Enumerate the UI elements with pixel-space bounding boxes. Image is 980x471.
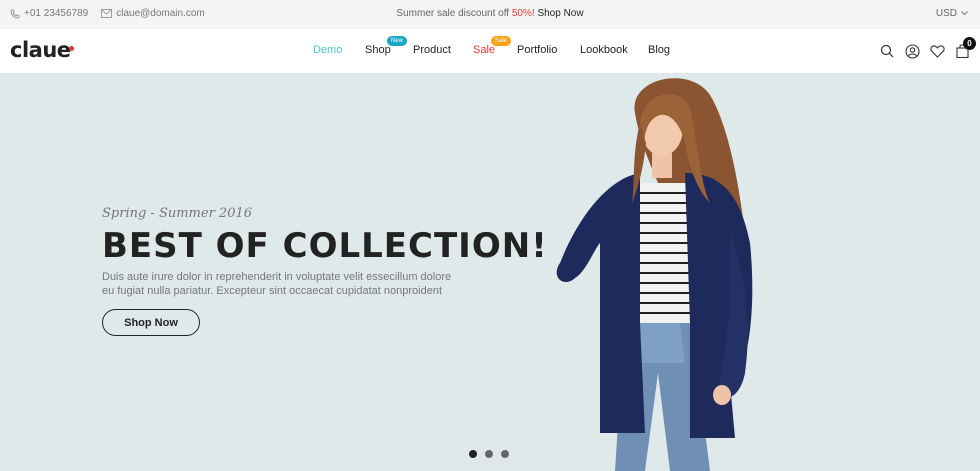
hero-description-line-2: eu fugiat nulla pariatur. Excepteur sint… (102, 285, 443, 297)
cart-count: 0 (963, 37, 976, 50)
wishlist-button[interactable] (929, 43, 945, 59)
search-icon (880, 44, 894, 58)
nav-item-portfolio[interactable]: Portfolio (517, 44, 557, 56)
hero-description: Duis aute irure dolor in reprehenderit i… (102, 270, 462, 298)
hero-slider: Spring - Summer 2016 BEST OF COLLECTION!… (0, 73, 980, 471)
account-button[interactable] (904, 43, 920, 59)
new-badge: New (387, 36, 408, 46)
user-icon (904, 43, 920, 59)
nav-item-product[interactable]: Product (413, 44, 451, 56)
slider-dot-1[interactable] (469, 450, 477, 458)
currency-label: USD (935, 8, 957, 19)
model-image (556, 78, 753, 471)
promo-shop-now-link[interactable]: Shop Now (537, 8, 583, 19)
slider-dot-2[interactable] (485, 450, 493, 458)
nav-item-blog[interactable]: Blog (648, 44, 670, 56)
promo-percent: 50% (511, 8, 532, 19)
search-button[interactable] (879, 43, 895, 59)
logo[interactable]: claue (10, 38, 71, 62)
hero-title: BEST OF COLLECTION! (102, 226, 548, 266)
nav-item-sale[interactable]: Sale (473, 44, 495, 56)
main-header: claue Demo Shop New Product Sale Sale Po… (0, 29, 980, 73)
promo-text: Summer sale discount off (396, 8, 512, 19)
promo-banner: Summer sale discount off 50%! Shop Now (0, 8, 980, 19)
nav-item-demo[interactable]: Demo (313, 44, 342, 56)
slider-dots (469, 450, 517, 458)
cart-button[interactable]: 0 (954, 37, 976, 59)
currency-selector[interactable]: USD (936, 8, 968, 19)
shop-now-button[interactable]: Shop Now (102, 309, 200, 336)
sale-badge: Sale (491, 36, 512, 46)
nav-item-lookbook[interactable]: Lookbook (580, 44, 628, 56)
nav-item-shop[interactable]: Shop (365, 44, 391, 56)
heart-icon (929, 44, 945, 58)
logo-dot (69, 46, 74, 51)
header-actions: 0 (870, 37, 976, 59)
slider-dot-3[interactable] (501, 450, 509, 458)
hero-subtitle: Spring - Summer 2016 (102, 206, 253, 221)
top-bar: +01 23456789 claue@domain.com Summer sal… (0, 0, 980, 29)
chevron-down-icon (961, 11, 968, 16)
hero-description-line-1: Duis aute irure dolor in reprehenderit i… (102, 271, 452, 283)
